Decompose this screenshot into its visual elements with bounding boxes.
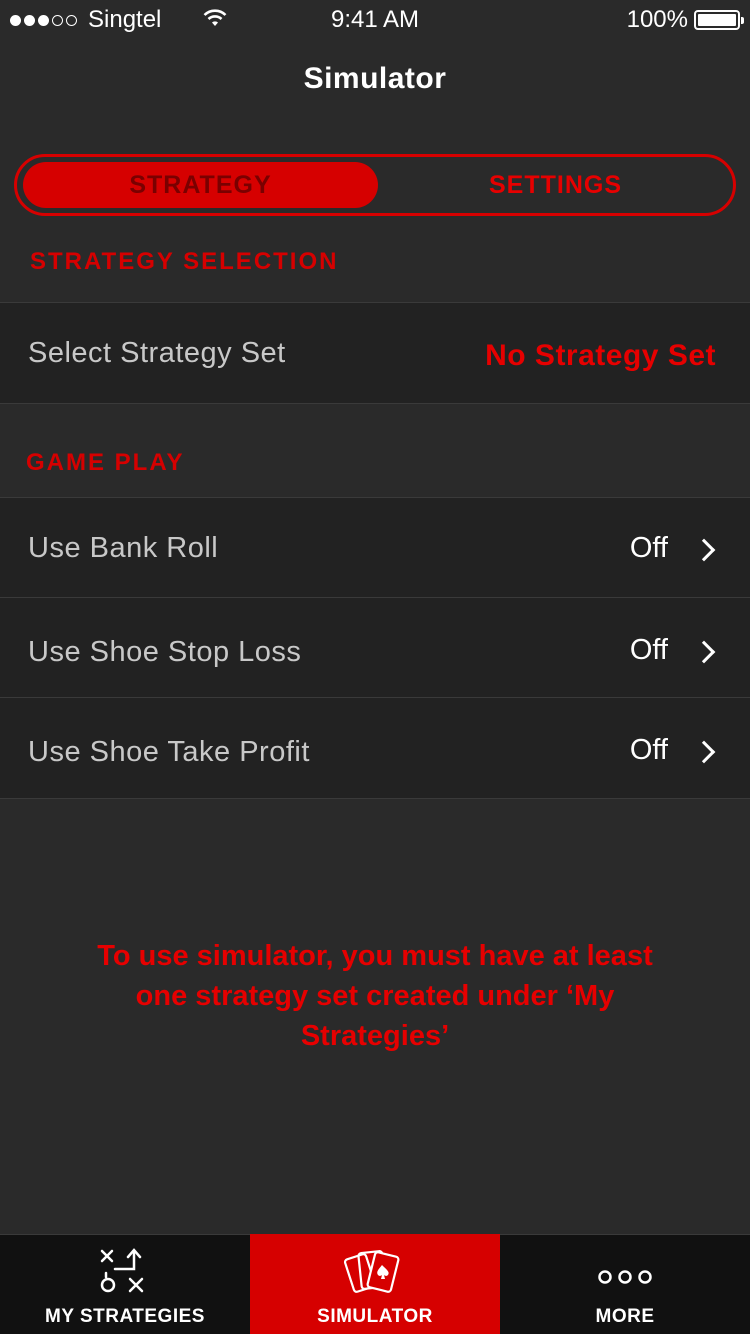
tab-settings[interactable]: SETTINGS <box>378 162 733 208</box>
battery-icon <box>694 10 744 30</box>
use-shoe-take-profit-row[interactable]: Use Shoe Take Profit Off <box>0 697 750 799</box>
use-bank-roll-value: Off <box>629 532 668 564</box>
page-title: Simulator <box>303 62 447 95</box>
tab-more-label: MORE <box>595 1306 655 1327</box>
tab-simulator-label: SIMULATOR <box>317 1306 433 1327</box>
strategy-set-value: No Strategy Set <box>485 339 716 372</box>
battery-percent: 100% <box>626 6 688 33</box>
battery-status: 100% <box>626 6 744 34</box>
tab-my-strategies[interactable]: MY STRATEGIES <box>0 1234 250 1334</box>
tab-strategy[interactable]: STRATEGY <box>23 162 378 208</box>
cards-icon <box>343 1250 400 1293</box>
game-play-header: GAME PLAY <box>26 449 185 476</box>
use-bank-roll-label: Use Bank Roll <box>28 532 219 564</box>
use-shoe-take-profit-label: Use Shoe Take Profit <box>28 736 310 768</box>
chevron-right-icon <box>692 538 716 562</box>
tab-simulator[interactable]: SIMULATOR <box>250 1234 500 1334</box>
select-strategy-set-row[interactable]: Select Strategy Set No Strategy Set <box>0 302 750 404</box>
segmented-control: STRATEGY SETTINGS <box>14 154 736 216</box>
use-shoe-stop-loss-label: Use Shoe Stop Loss <box>28 636 302 668</box>
status-bar: Singtel 9:41 AM 100% <box>0 0 750 40</box>
tab-more[interactable]: MORE <box>500 1234 750 1334</box>
use-shoe-stop-loss-row[interactable]: Use Shoe Stop Loss Off <box>0 597 750 699</box>
use-shoe-stop-loss-value: Off <box>629 634 668 666</box>
strategy-selection-header: STRATEGY SELECTION <box>30 248 339 275</box>
tab-my-strategies-label: MY STRATEGIES <box>45 1306 205 1327</box>
more-icon <box>598 1270 652 1284</box>
use-bank-roll-row[interactable]: Use Bank Roll Off <box>0 497 750 599</box>
use-shoe-take-profit-value: Off <box>629 734 668 766</box>
simulator-notice: To use simulator, you must have at least… <box>97 940 653 1052</box>
chevron-right-icon <box>692 640 716 664</box>
playbook-icon <box>100 1248 144 1293</box>
select-strategy-set-label: Select Strategy Set <box>28 337 286 369</box>
chevron-right-icon <box>692 740 716 764</box>
tab-bar: MY STRATEGIES SIMULATOR MORE <box>0 1234 750 1334</box>
